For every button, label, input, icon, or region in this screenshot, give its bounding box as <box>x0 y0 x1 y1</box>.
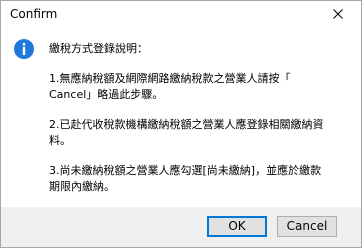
message-item3-line1: 3.尚未繳納稅額之營業人應勾選[尚未繳納]，並應於繳款 <box>49 164 322 177</box>
ok-button[interactable]: OK <box>207 216 267 237</box>
message-item2-line2: 料。 <box>49 134 71 147</box>
message-heading: 繳稅方式登錄說明： <box>49 42 148 55</box>
cancel-button[interactable]: Cancel <box>277 216 337 237</box>
message-item1-line2: Cancel」略過此步驟。 <box>49 88 164 101</box>
message-item2-line1: 2.已赴代收稅款機構繳納稅額之營業人應登錄相關繳納資 <box>49 118 324 131</box>
message-item3-line2: 期限內繳納。 <box>49 180 115 193</box>
message-text: 繳稅方式登錄說明： 1.無應納稅額及網際網路繳納稅款之營業人請按「 Cancel… <box>49 41 354 195</box>
dialog-body: 繳稅方式登錄說明： 1.無應納稅額及網際網路繳納稅款之營業人請按「 Cancel… <box>1 27 361 207</box>
message-item1-line1: 1.無應納稅額及網際網路繳納稅款之營業人請按「 <box>49 72 291 85</box>
close-icon <box>333 9 343 19</box>
info-icon <box>14 39 34 59</box>
title-bar[interactable]: Confirm <box>1 1 361 27</box>
confirm-dialog: Confirm 繳稅方式登錄說明： 1.無應納稅額及網際網路繳納稅款之營業人請按… <box>0 0 362 248</box>
close-button[interactable] <box>317 1 361 27</box>
button-bar: OK Cancel <box>1 207 361 247</box>
window-title: Confirm <box>10 7 58 21</box>
